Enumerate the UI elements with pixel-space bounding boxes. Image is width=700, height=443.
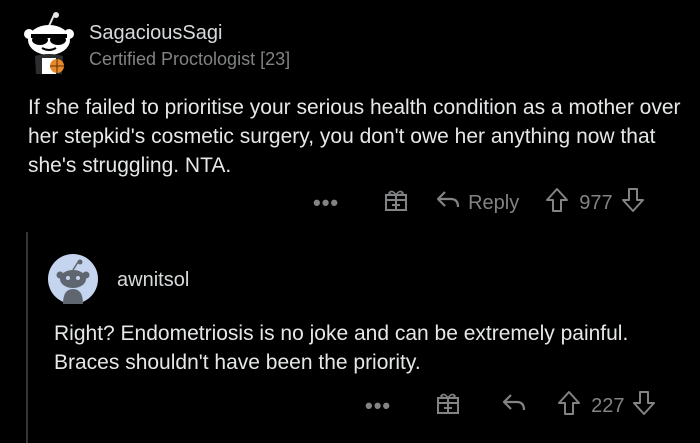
avatar[interactable] xyxy=(48,254,98,304)
reply-arrow-icon[interactable] xyxy=(435,189,461,217)
reply-button[interactable]: Reply xyxy=(468,192,519,215)
user-flair: Certified Proctologist [23] xyxy=(89,49,291,69)
snoo-sunglasses-avatar-icon xyxy=(24,12,74,74)
downvote-icon[interactable] xyxy=(621,187,645,219)
gift-icon[interactable] xyxy=(383,187,409,219)
reply-body: Right? Endometriosis is no joke and can … xyxy=(54,322,629,374)
gift-icon[interactable] xyxy=(435,390,461,422)
comment-actions: ••• Reply 977 xyxy=(313,186,645,220)
reply-actions: ••• 227 xyxy=(365,389,656,423)
reply-arrow-icon[interactable] xyxy=(501,392,527,420)
default-snoo-avatar-icon xyxy=(48,254,98,304)
comment-body: If she failed to prioritise your serious… xyxy=(28,96,681,177)
comment-author[interactable]: SagaciousSagi xyxy=(89,22,222,45)
more-options-button[interactable]: ••• xyxy=(365,395,391,417)
more-options-button[interactable]: ••• xyxy=(313,192,339,214)
vote-count: 977 xyxy=(579,191,613,214)
comment: SagaciousSagi Certified Proctologist [23… xyxy=(0,0,700,230)
downvote-icon[interactable] xyxy=(632,390,656,422)
avatar[interactable] xyxy=(22,12,76,74)
upvote-icon[interactable] xyxy=(557,390,581,422)
upvote-icon[interactable] xyxy=(545,187,569,219)
thread-line[interactable] xyxy=(26,232,28,443)
reply-author[interactable]: awnitsol xyxy=(117,269,189,292)
vote-count: 227 xyxy=(591,394,625,417)
